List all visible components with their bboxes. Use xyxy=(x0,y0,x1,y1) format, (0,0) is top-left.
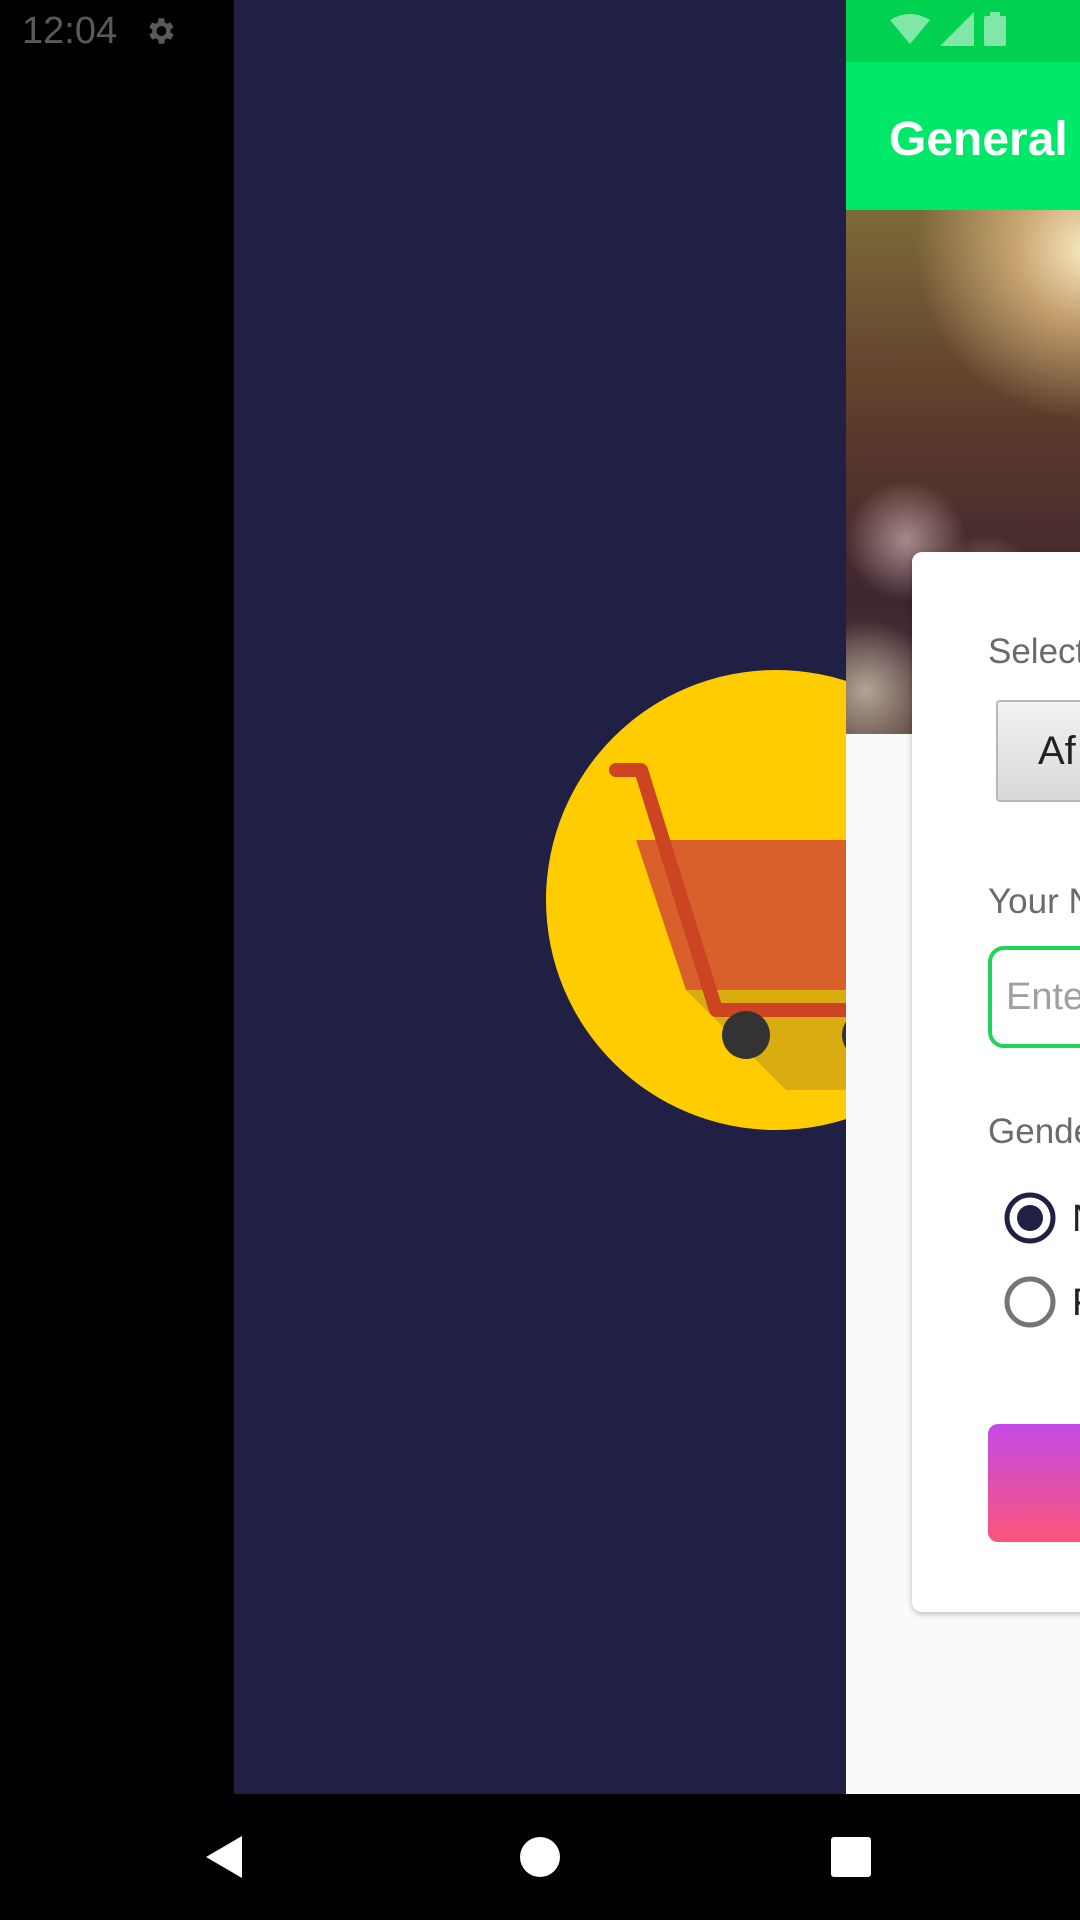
radio-male-label: N xyxy=(1072,1198,1080,1241)
form-card: Select Af Your N Ente Gende N F xyxy=(912,552,1080,1612)
app-status-bar xyxy=(846,0,1080,62)
battery-icon xyxy=(984,12,1006,46)
status-time: 12:04 xyxy=(22,9,118,52)
country-label: Select xyxy=(988,632,1080,671)
signal-icon xyxy=(940,12,974,46)
gender-label: Gende xyxy=(988,1112,1080,1151)
name-input[interactable]: Ente xyxy=(988,946,1080,1048)
app-toolbar: General xyxy=(846,62,1080,210)
back-icon[interactable] xyxy=(200,1832,250,1882)
wifi-icon xyxy=(890,14,930,44)
radio-female-label: F xyxy=(1072,1282,1080,1325)
toolbar-title: General xyxy=(889,113,1068,166)
status-bar-left: 12:04 xyxy=(0,0,234,62)
shopping-cart-icon xyxy=(546,670,846,1130)
splash-panel xyxy=(234,0,846,1794)
recents-icon[interactable] xyxy=(826,1832,876,1882)
gear-icon xyxy=(149,18,174,44)
submit-button[interactable] xyxy=(988,1424,1080,1542)
radio-male[interactable] xyxy=(1004,1192,1056,1244)
home-icon[interactable] xyxy=(515,1832,565,1882)
app-screen: General Select Af Your N Ente Gende N F xyxy=(846,0,1080,1794)
country-select-button[interactable]: Af xyxy=(996,700,1080,802)
name-label: Your N xyxy=(988,882,1080,921)
navigation-bar xyxy=(0,1794,1080,1920)
radio-female[interactable] xyxy=(1004,1276,1056,1328)
